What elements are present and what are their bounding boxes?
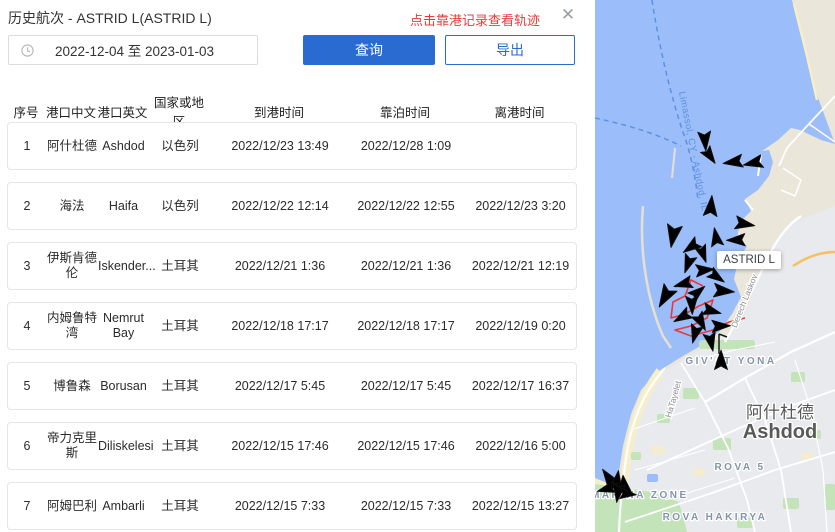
voyage-row[interactable]: 3 伊斯肯德伦 Iskender... 土耳其 2022/12/21 1:36 2022/… xyxy=(7,242,577,290)
voyage-row[interactable]: 5 博鲁森 Borusan 土耳其 2022/12/17 5:45 2022/12/17 … xyxy=(7,362,577,410)
voyage-row[interactable]: 1 阿什杜德 Ashdod 以色列 2022/12/23 13:49 2022/12/28… xyxy=(7,122,577,170)
voyage-row[interactable]: 4 内姆鲁特湾 Nemrut Bay 土耳其 2022/12/18 17:17 2022/… xyxy=(7,302,577,350)
cell-country: 土耳其 xyxy=(161,378,199,393)
cell-arrival: 2022/12/22 12:14 xyxy=(231,198,329,213)
voyage-row[interactable]: 2 海法 Haifa 以色列 2022/12/22 12:14 2022/12/22 12… xyxy=(7,182,577,230)
cell-port_cn: 海法 xyxy=(59,198,85,213)
clock-icon xyxy=(21,43,34,57)
date-range-input[interactable]: 2022-12-04 至 2023-01-03 xyxy=(8,35,258,65)
cell-arrival: 2022/12/15 17:46 xyxy=(231,438,329,453)
cell-country: 以色列 xyxy=(161,138,199,153)
district-label-rova-hakirya: ROVA HAKIRYA xyxy=(663,512,768,523)
cell-departure: 2022/12/15 13:27 xyxy=(471,498,570,513)
cell-port_en: Ashdod xyxy=(102,138,145,153)
col-port-en: 港口英文 xyxy=(97,105,148,120)
cell-country: 土耳其 xyxy=(161,318,199,333)
cell-berth: 2022/12/15 7:33 xyxy=(360,498,452,513)
city-label-en: Ashdod xyxy=(743,421,817,443)
cell-port_en: Borusan xyxy=(100,378,147,393)
cell-port_en: Nemrut Bay xyxy=(103,311,144,340)
cell-port_cn: 伊斯肯德伦 xyxy=(46,251,97,280)
track-link[interactable]: 点击靠港记录查看轨迹 xyxy=(410,10,540,29)
cell-port_cn: 博鲁森 xyxy=(53,378,91,393)
cell-port_cn: 阿什杜德 xyxy=(46,138,97,153)
cell-port_cn: 内姆鲁特湾 xyxy=(46,311,97,340)
cell-departure: 2022/12/19 0:20 xyxy=(475,318,566,333)
city-label-cn: 阿什杜德 xyxy=(746,403,814,422)
col-departure: 离港时间 xyxy=(494,105,545,120)
cell-departure: 2022/12/21 12:19 xyxy=(471,258,570,273)
page-title: 历史航次 - ASTRID L(ASTRID L) xyxy=(8,10,212,26)
cell-no: 6 xyxy=(23,438,31,453)
cell-country: 土耳其 xyxy=(161,258,199,273)
cell-port_cn: 阿姆巴利 xyxy=(46,498,97,513)
cell-departure: 2022/12/16 5:00 xyxy=(475,438,566,453)
district-label-rova5: ROVA 5 xyxy=(714,462,765,473)
cell-country: 土耳其 xyxy=(161,498,199,513)
district-label-givat-yona: GIV'AT YONA xyxy=(685,356,776,367)
cell-no: 5 xyxy=(23,378,31,393)
cell-arrival: 2022/12/21 1:36 xyxy=(234,258,326,273)
cell-port_cn: 帝力克里斯 xyxy=(46,431,97,460)
cell-berth: 2022/12/15 17:46 xyxy=(357,438,455,453)
cell-berth: 2022/12/21 1:36 xyxy=(360,258,452,273)
cell-no: 4 xyxy=(23,318,31,333)
cell-country: 土耳其 xyxy=(161,438,199,453)
cell-port_en: Ambarli xyxy=(102,498,145,513)
cell-arrival: 2022/12/18 17:17 xyxy=(231,318,329,333)
cell-arrival: 2022/12/23 13:49 xyxy=(231,138,329,153)
cell-no: 1 xyxy=(23,138,31,153)
cell-no: 2 xyxy=(23,198,31,213)
cell-departure: 2022/12/23 3:20 xyxy=(475,198,566,213)
ship-name-label[interactable]: ASTRID L xyxy=(717,251,781,269)
map-canvas[interactable]: Limassol, CY - Ashdod, IL Derech Laskov … xyxy=(595,0,835,532)
cell-berth: 2022/12/18 17:17 xyxy=(357,318,455,333)
col-seq: 序号 xyxy=(13,105,39,120)
col-berth: 靠泊时间 xyxy=(379,105,430,120)
cell-arrival: 2022/12/15 7:33 xyxy=(234,498,326,513)
cell-departure: 2022/12/17 16:37 xyxy=(471,378,570,393)
col-arrival: 到港时间 xyxy=(253,105,304,120)
map-pond xyxy=(647,474,658,482)
voyage-list: 1 阿什杜德 Ashdod 以色列 2022/12/23 13:49 2022/12/28… xyxy=(7,122,577,532)
voyage-panel: 历史航次 - ASTRID L(ASTRID L) 点击靠港记录查看轨迹 ✕ 2… xyxy=(0,0,595,532)
export-button[interactable]: 导出 xyxy=(445,35,575,65)
cell-berth: 2022/12/22 12:55 xyxy=(357,198,455,213)
cell-no: 3 xyxy=(23,258,31,273)
cell-arrival: 2022/12/17 5:45 xyxy=(234,378,326,393)
cell-port_en: Diliskelesi xyxy=(98,438,154,453)
cell-no: 7 xyxy=(23,498,31,513)
voyage-row[interactable]: 7 阿姆巴利 Ambarli 土耳其 2022/12/15 7:33 2022/12/15… xyxy=(7,482,577,530)
cell-country: 以色列 xyxy=(161,198,199,213)
voyage-row[interactable]: 6 帝力克里斯 Diliskelesi 土耳其 2022/12/15 17:46 2022… xyxy=(7,422,577,470)
cell-berth: 2022/12/17 5:45 xyxy=(360,378,452,393)
cell-port_en: Iskender... xyxy=(98,258,156,273)
history-voyage-dialog: 历史航次 - ASTRID L(ASTRID L) 点击靠港记录查看轨迹 ✕ 2… xyxy=(0,0,835,532)
query-button[interactable]: 查询 xyxy=(303,35,435,65)
close-icon[interactable]: ✕ xyxy=(557,4,579,26)
col-port-cn: 港口中文 xyxy=(45,105,96,120)
cell-port_en: Haifa xyxy=(108,198,139,213)
date-range-value: 2022-12-04 至 2023-01-03 xyxy=(54,44,215,59)
cell-berth: 2022/12/28 1:09 xyxy=(360,138,452,153)
